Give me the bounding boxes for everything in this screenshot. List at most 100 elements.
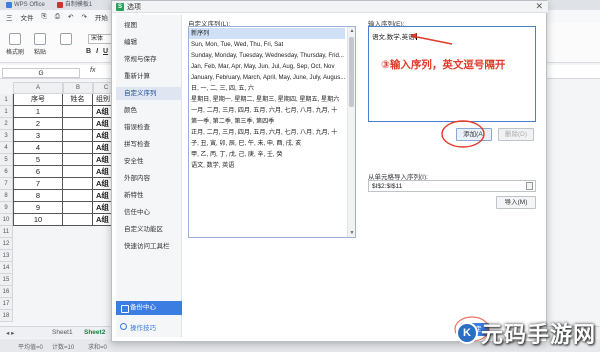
custom-list-item[interactable]: 一月, 二月, 三月, 四月, 五月, 六月, 七月, 八月, 九月, 十: [189, 105, 345, 116]
list-scrollbar[interactable]: ▲ ▼: [347, 27, 355, 237]
row-number[interactable]: 5: [0, 154, 13, 166]
name-cell[interactable]: [63, 190, 93, 202]
row-number[interactable]: 3: [0, 130, 13, 142]
delete-button[interactable]: 删除(D): [498, 128, 534, 141]
custom-list-item[interactable]: 甲, 乙, 丙, 丁, 戊, 己, 庚, 辛, 壬, 癸: [189, 149, 345, 160]
name-cell[interactable]: [63, 118, 93, 130]
row-number[interactable]: 1: [0, 106, 13, 118]
name-cell[interactable]: [63, 142, 93, 154]
row-number[interactable]: 11: [0, 226, 13, 238]
scroll-thumb[interactable]: [349, 37, 354, 107]
import-range-input[interactable]: $I$2:$I$11: [368, 180, 536, 192]
custom-list-item[interactable]: 子, 丑, 寅, 卯, 辰, 巳, 午, 未, 申, 酉, 戌, 亥: [189, 138, 345, 149]
menu-print-icon[interactable]: ⎙: [55, 13, 60, 21]
doc-tab-template[interactable]: 自制模板1: [51, 0, 98, 10]
column-header-a[interactable]: A: [13, 82, 63, 94]
seq-cell[interactable]: 5: [13, 154, 63, 166]
custom-list-item[interactable]: Sun, Mon, Tue, Wed, Thu, Fri, Sat: [189, 39, 345, 50]
custom-list-item[interactable]: 日, 一, 二, 三, 四, 五, 六: [189, 83, 345, 94]
sidebar-item[interactable]: 错误检查: [116, 121, 182, 134]
row-number[interactable]: 13: [0, 250, 13, 262]
seq-cell[interactable]: 3: [13, 130, 63, 142]
sidebar-item[interactable]: 重新计算: [116, 70, 182, 83]
column-header-b[interactable]: B: [63, 82, 93, 94]
custom-list-item[interactable]: Jan, Feb, Mar, Apr, May, Jun, Jul, Aug, …: [189, 61, 345, 72]
bold-icon[interactable]: B: [86, 48, 91, 55]
row-number[interactable]: 16: [0, 286, 13, 298]
sequence-input[interactable]: 语文,数学,英语: [368, 26, 536, 122]
sidebar-item[interactable]: 编辑: [116, 36, 182, 49]
row-number[interactable]: 18: [0, 310, 13, 322]
paste-button[interactable]: 粘贴: [34, 33, 46, 56]
sheet-tab-2[interactable]: Sheet2: [84, 329, 105, 336]
tips-link[interactable]: 操作技巧: [120, 322, 156, 332]
seq-cell[interactable]: 7: [13, 178, 63, 190]
sidebar-item[interactable]: 外部内容: [116, 172, 182, 185]
name-box[interactable]: G: [2, 68, 80, 78]
seq-cell[interactable]: 2: [13, 118, 63, 130]
close-icon[interactable]: ✕: [535, 1, 543, 12]
custom-list-item[interactable]: 语文, 数学, 英语: [189, 160, 345, 171]
menu-home[interactable]: 开始: [95, 12, 108, 22]
row-number[interactable]: 1: [0, 94, 13, 106]
row-number[interactable]: 12: [0, 238, 13, 250]
sidebar-item[interactable]: 新特性: [116, 189, 182, 202]
name-cell[interactable]: [63, 130, 93, 142]
scroll-up-icon[interactable]: ▲: [349, 28, 355, 34]
name-cell[interactable]: [63, 214, 93, 226]
backup-center-button[interactable]: 备份中心: [116, 301, 182, 315]
sheet-nav-arrows[interactable]: ◂ ▸: [6, 329, 14, 337]
menu-file[interactable]: 文件: [21, 12, 34, 22]
custom-list-item[interactable]: Sunday, Monday, Tuesday, Wednesday, Thur…: [189, 50, 345, 61]
undo-icon[interactable]: ↶: [68, 13, 73, 21]
format-painter-button[interactable]: 格式刷: [6, 33, 24, 56]
row-number[interactable]: 8: [0, 190, 13, 202]
redo-icon[interactable]: ↷: [81, 13, 86, 21]
add-button[interactable]: 添加(A): [456, 128, 492, 141]
custom-list-item[interactable]: January, February, March, April, May, Ju…: [189, 72, 345, 83]
sidebar-item[interactable]: 自定义功能区: [116, 223, 182, 236]
row-number[interactable]: 7: [0, 178, 13, 190]
sidebar-item[interactable]: 常规与保存: [116, 53, 182, 66]
row-number[interactable]: 14: [0, 262, 13, 274]
import-button[interactable]: 导入(M): [496, 196, 536, 209]
custom-list-item[interactable]: 新序列: [189, 28, 345, 39]
name-cell[interactable]: [63, 202, 93, 214]
row-number[interactable]: 9: [0, 202, 13, 214]
cut-button[interactable]: [60, 33, 72, 47]
name-cell[interactable]: [63, 166, 93, 178]
fx-icon[interactable]: fx: [90, 67, 95, 74]
sidebar-item[interactable]: 视图: [116, 19, 182, 32]
row-number[interactable]: 17: [0, 298, 13, 310]
header-seq-cell[interactable]: 序号: [13, 94, 63, 106]
row-number[interactable]: 15: [0, 274, 13, 286]
name-cell[interactable]: [63, 178, 93, 190]
doc-tab-wps[interactable]: WPS Office: [0, 0, 51, 10]
sidebar-item[interactable]: 自定义序列: [116, 87, 182, 100]
sidebar-item[interactable]: 快速访问工具栏: [116, 240, 182, 253]
sidebar-item[interactable]: 颜色: [116, 104, 182, 117]
sheet-tab-1[interactable]: Sheet1: [52, 329, 73, 336]
range-picker-icon[interactable]: [526, 182, 533, 190]
header-name-cell[interactable]: 姓名: [63, 94, 93, 106]
scroll-down-icon[interactable]: ▼: [349, 230, 355, 236]
custom-list-item[interactable]: 正月, 二月, 三月, 四月, 五月, 六月, 七月, 八月, 九月, 十: [189, 127, 345, 138]
seq-cell[interactable]: 1: [13, 106, 63, 118]
underline-icon[interactable]: U: [103, 48, 108, 55]
italic-icon[interactable]: I: [96, 48, 98, 55]
row-number[interactable]: 10: [0, 214, 13, 226]
seq-cell[interactable]: 8: [13, 190, 63, 202]
custom-list-box[interactable]: 新序列 Sun, Mon, Tue, Wed, Thu, Fri, Sat Sund…: [188, 26, 356, 238]
row-number[interactable]: 4: [0, 142, 13, 154]
sidebar-item[interactable]: 安全性: [116, 155, 182, 168]
custom-list-item[interactable]: 星期日, 星期一, 星期二, 星期三, 星期四, 星期五, 星期六: [189, 94, 345, 105]
seq-cell[interactable]: 6: [13, 166, 63, 178]
menu-save-icon[interactable]: ⎘: [42, 13, 47, 21]
seq-cell[interactable]: 9: [13, 202, 63, 214]
seq-cell[interactable]: 4: [13, 142, 63, 154]
name-cell[interactable]: [63, 106, 93, 118]
sidebar-item[interactable]: 信任中心: [116, 206, 182, 219]
name-cell[interactable]: [63, 154, 93, 166]
menu-hamburger[interactable]: 三: [6, 12, 13, 22]
sidebar-item[interactable]: 拼写检查: [116, 138, 182, 151]
